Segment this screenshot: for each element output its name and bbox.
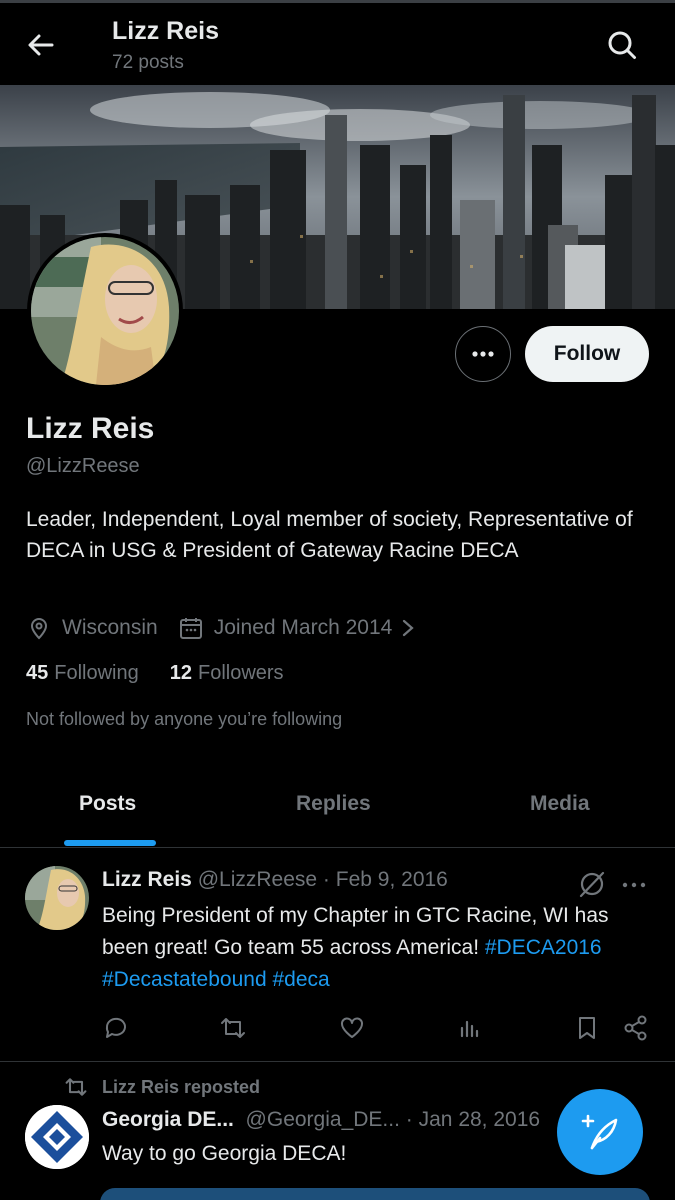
follow-counts: 45 Following 12 Followers: [26, 662, 315, 685]
profile-bio: Leader, Independent, Loyal member of soc…: [26, 508, 633, 562]
share-icon[interactable]: [622, 1014, 650, 1042]
repost-icon[interactable]: [219, 1014, 247, 1042]
post-separator: ·: [322, 868, 330, 891]
following-count: 45: [26, 662, 49, 684]
post-avatar[interactable]: [25, 866, 89, 930]
post-item[interactable]: Lizz Reis @LizzReese · Feb 9, 2016 Being…: [0, 849, 675, 1062]
compose-button[interactable]: [557, 1089, 643, 1175]
compose-icon: [581, 1114, 618, 1150]
post-body: Way to go Georgia DECA!: [102, 1142, 347, 1165]
post-actions: [102, 1014, 652, 1044]
header-title: Lizz Reis: [112, 17, 219, 45]
post-handle[interactable]: @Georgia_DE...: [246, 1108, 400, 1131]
hashtag-link[interactable]: #deca: [272, 968, 329, 991]
repost-label[interactable]: Lizz Reis reposted: [102, 1077, 260, 1098]
tab-replies[interactable]: Replies: [296, 792, 371, 816]
post-media-card[interactable]: [100, 1188, 650, 1200]
post-separator: ·: [405, 1108, 413, 1131]
more-options-button[interactable]: [455, 326, 511, 382]
reply-icon[interactable]: [102, 1014, 130, 1042]
follow-button[interactable]: Follow: [525, 326, 649, 382]
post-handle[interactable]: @LizzReese: [198, 868, 317, 891]
post-avatar[interactable]: [25, 1105, 89, 1169]
views-icon[interactable]: [456, 1014, 484, 1042]
chevron-right-icon[interactable]: [398, 615, 418, 641]
arrow-left-icon[interactable]: [24, 28, 58, 62]
active-tab-indicator: [64, 840, 156, 846]
profile-header: Lizz Reis 72 posts: [0, 3, 675, 85]
followers-label: Followers: [197, 662, 284, 684]
followers-link[interactable]: 12 Followers: [170, 662, 284, 685]
post-author[interactable]: Georgia DE...: [102, 1108, 234, 1131]
profile-location: Wisconsin: [62, 616, 158, 639]
tab-media[interactable]: Media: [530, 792, 590, 816]
profile-avatar[interactable]: [27, 233, 183, 389]
repost-icon: [65, 1078, 87, 1096]
calendar-icon: [179, 618, 202, 639]
hashtag-link[interactable]: #DECA2016: [485, 936, 602, 959]
post-author[interactable]: Lizz Reis: [102, 868, 192, 891]
followers-count: 12: [169, 662, 192, 684]
grok-icon[interactable]: [577, 869, 607, 899]
profile-name: Lizz Reis: [26, 412, 155, 445]
location-pin-icon: [30, 618, 48, 640]
profile-joined: Joined March 2014: [213, 616, 393, 639]
post-header: Lizz Reis @LizzReese · Feb 9, 2016: [102, 868, 448, 892]
profile-handle: @LizzReese: [26, 455, 140, 477]
heart-icon[interactable]: [338, 1014, 366, 1042]
post-header: Georgia DE... @Georgia_DE... · Jan 28, 2…: [102, 1108, 540, 1132]
post-more-icon[interactable]: [620, 871, 648, 899]
profile-tabs: Posts Replies Media: [0, 770, 675, 848]
following-label: Following: [54, 662, 139, 684]
post-text: Being President of my Chapter in GTC Rac…: [102, 900, 652, 996]
tab-posts[interactable]: Posts: [79, 792, 136, 816]
following-link[interactable]: 45 Following: [26, 662, 139, 685]
not-followed-note: Not followed by anyone you’re following: [26, 709, 343, 729]
bookmark-icon[interactable]: [573, 1014, 601, 1042]
repost-indicator: Lizz Reis reposted: [64, 1075, 260, 1099]
more-horizontal-icon: [472, 351, 494, 357]
header-post-count: 72 posts: [112, 52, 184, 73]
profile-meta: Wisconsin Joined March 2014: [26, 612, 418, 644]
hashtag-link[interactable]: #Decastatebound: [102, 968, 267, 991]
post-date[interactable]: Jan 28, 2016: [419, 1108, 540, 1131]
search-icon[interactable]: [604, 27, 640, 63]
post-date[interactable]: Feb 9, 2016: [336, 868, 448, 891]
